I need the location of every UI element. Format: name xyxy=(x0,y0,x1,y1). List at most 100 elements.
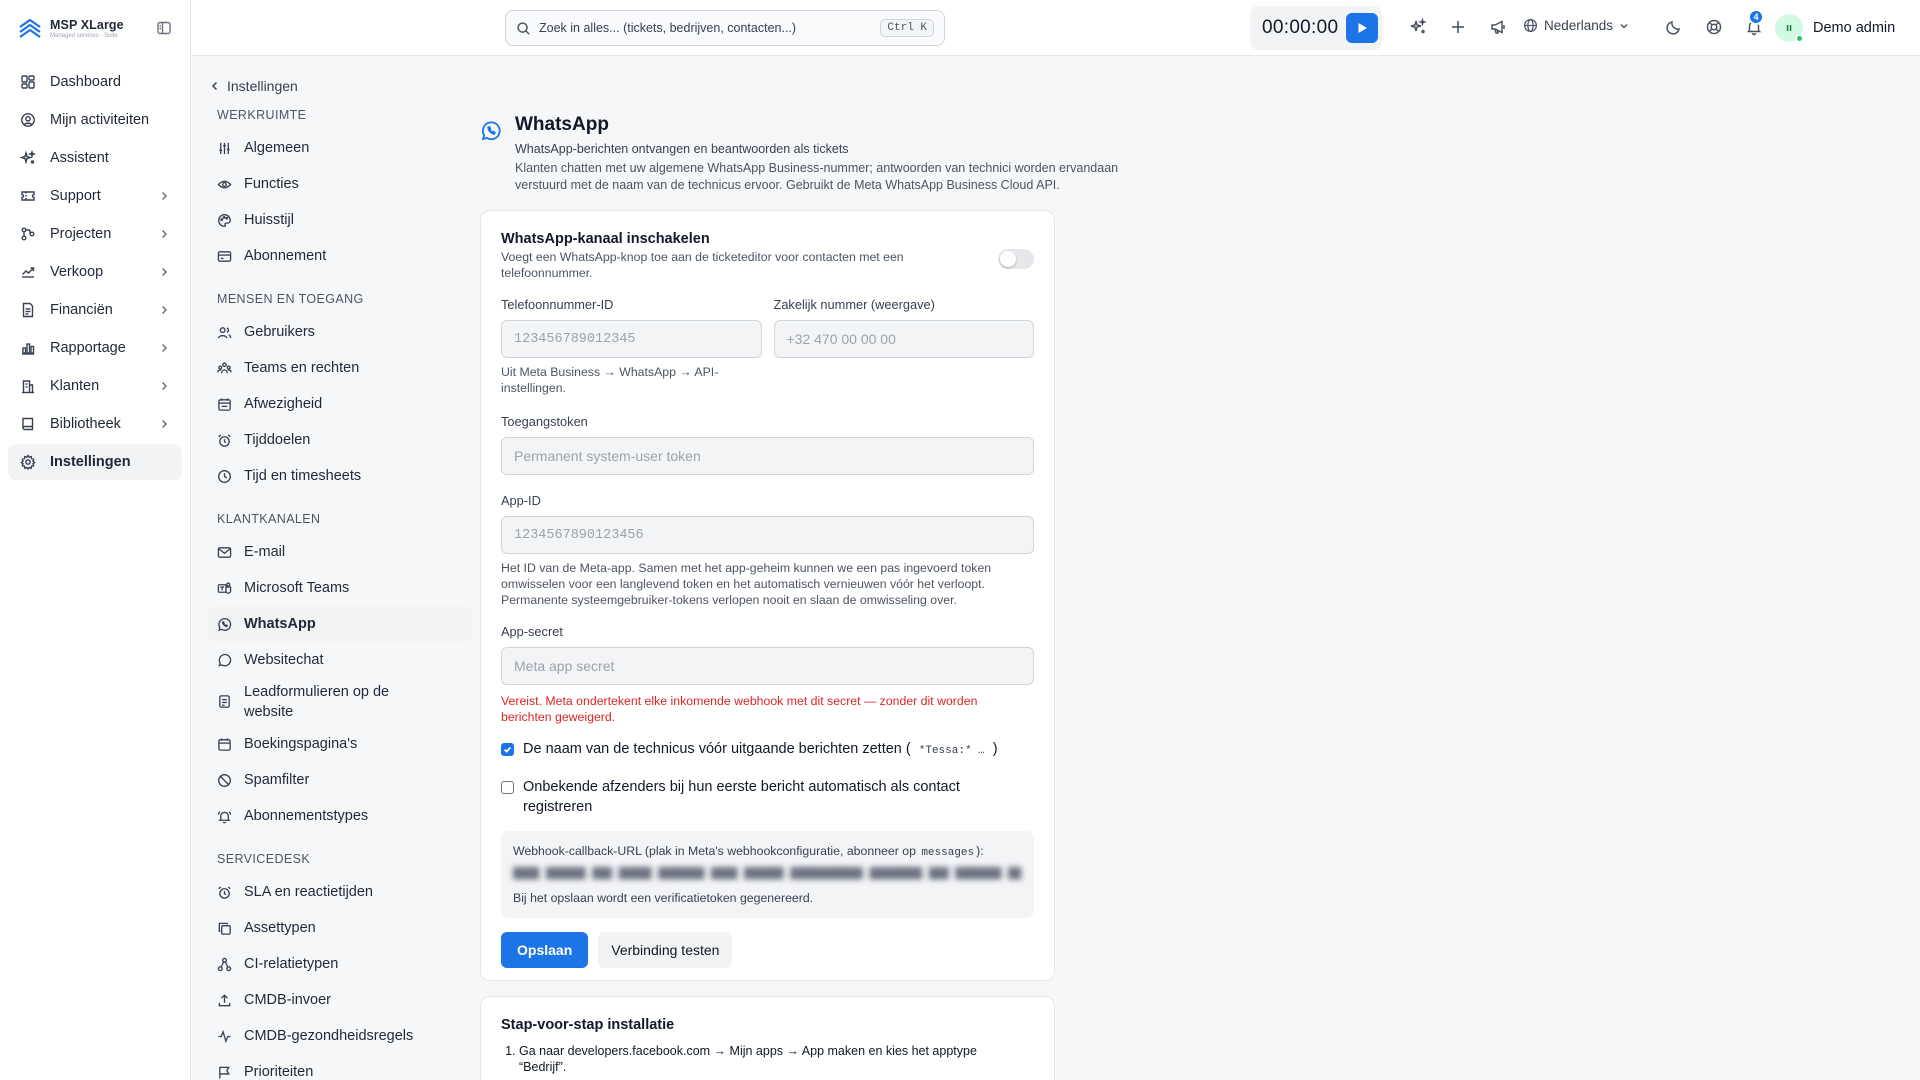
chevron-right-icon xyxy=(161,191,168,201)
language-selector[interactable]: Nederlands xyxy=(1523,18,1629,33)
app-id-field: App-ID Het ID van de Meta-app. Samen met… xyxy=(501,493,1034,608)
chart-icon xyxy=(22,343,35,355)
nav-instellingen[interactable]: Instellingen xyxy=(8,444,182,480)
page-title: WhatsApp xyxy=(515,114,609,135)
settings-item-label: CMDB-gezondheidsregels xyxy=(244,1028,414,1044)
alarm-clock-icon xyxy=(218,433,231,447)
enable-whatsapp-toggle[interactable] xyxy=(998,249,1034,269)
save-button[interactable]: Opslaan xyxy=(501,932,589,968)
app-id-input[interactable] xyxy=(501,516,1034,554)
settings-item-huisstijl[interactable]: Huisstijl xyxy=(217,202,457,238)
notification-badge: 4 xyxy=(1748,9,1764,25)
nav-rapportage[interactable]: Rapportage xyxy=(8,330,182,366)
chat-bubble-icon xyxy=(218,653,232,667)
settings-item-gebruikers[interactable]: Gebruikers xyxy=(217,314,457,350)
nav-projecten[interactable]: Projecten xyxy=(8,216,182,252)
plus-icon[interactable] xyxy=(1449,18,1467,36)
settings-item-afwezigheid[interactable]: Afwezigheid xyxy=(217,386,457,422)
moon-icon[interactable] xyxy=(1665,18,1683,36)
users-icon xyxy=(217,326,232,338)
settings-item-cmdb-invoer[interactable]: CMDB-invoer xyxy=(217,982,457,1018)
calendar-icon xyxy=(218,737,231,751)
settings-item-email[interactable]: E-mail xyxy=(217,534,457,570)
settings-item-algemeen[interactable]: Algemeen xyxy=(217,130,457,166)
nav-dashboard[interactable]: Dashboard xyxy=(8,64,182,100)
user-menu[interactable]: ıı Demo admin xyxy=(1775,14,1895,43)
nav-label: Klanten xyxy=(50,378,100,394)
whatsapp-icon xyxy=(481,121,501,141)
search-input[interactable] xyxy=(539,21,881,35)
megaphone-icon[interactable] xyxy=(1489,18,1507,36)
nav-bibliotheek[interactable]: Bibliotheek xyxy=(8,406,182,442)
user-circle-icon xyxy=(21,113,35,127)
business-number-input[interactable] xyxy=(773,320,1034,358)
phone-id-help: Uit Meta Business → WhatsApp → API-inste… xyxy=(501,365,719,395)
settings-item-label: Tijddoelen xyxy=(244,432,311,448)
settings-item-microsoft-teams[interactable]: Microsoft Teams xyxy=(217,570,457,606)
nav-klanten[interactable]: Klanten xyxy=(8,368,182,404)
app-secret-input[interactable] xyxy=(501,647,1034,685)
globe-icon xyxy=(1523,18,1538,33)
autoregister-label: Onbekende afzenders bij hun eerste beric… xyxy=(523,779,960,815)
nav-mijn-activiteiten[interactable]: Mijn activiteiten xyxy=(8,102,182,138)
settings-item-abonnementstypes[interactable]: Abonnementstypes xyxy=(217,798,457,834)
phone-id-input[interactable] xyxy=(501,320,762,358)
nav-label: Bibliotheek xyxy=(50,416,121,432)
settings-item-label: Boekingspagina's xyxy=(244,736,358,752)
nav-label: Instellingen xyxy=(50,454,131,470)
nav-financien[interactable]: Financiën xyxy=(8,292,182,328)
settings-item-assettypen[interactable]: Assettypen xyxy=(217,910,457,946)
settings-item-label: WhatsApp xyxy=(244,616,316,632)
settings-item-whatsapp[interactable]: WhatsApp xyxy=(207,606,473,642)
sidebar-collapse-icon[interactable] xyxy=(156,20,172,36)
back-link-label: Instellingen xyxy=(227,78,298,94)
global-search[interactable]: Ctrl K xyxy=(505,10,945,46)
prefix-name-checkbox[interactable] xyxy=(501,743,514,756)
autoregister-option[interactable]: Onbekende afzenders bij hun eerste beric… xyxy=(501,777,1034,817)
settings-item-boekingspaginas[interactable]: Boekingspagina's xyxy=(217,726,457,762)
nav-assistent[interactable]: Assistent xyxy=(8,140,182,176)
nav-support[interactable]: Support xyxy=(8,178,182,214)
settings-item-functies[interactable]: Functies xyxy=(217,166,457,202)
ai-sparkles-icon[interactable] xyxy=(1409,18,1427,36)
chevron-right-icon xyxy=(161,305,168,315)
chevron-right-icon xyxy=(161,267,168,277)
settings-item-leadformulieren[interactable]: Leadformulieren op de website xyxy=(217,678,457,726)
settings-item-label: Abonnement xyxy=(244,248,327,264)
timer-start-button[interactable] xyxy=(1346,13,1379,43)
settings-item-abonnement[interactable]: Abonnement xyxy=(217,238,457,274)
section-title-servicedesk: SERVICEDESK xyxy=(217,852,311,866)
settings-item-websitechat[interactable]: Websitechat xyxy=(217,642,457,678)
settings-item-prioriteiten[interactable]: Prioriteiten xyxy=(217,1054,457,1080)
settings-item-tijddoelen[interactable]: Tijddoelen xyxy=(217,422,457,458)
avatar: ıı xyxy=(1775,14,1804,43)
webhook-label: Webhook-callback-URL (plak in Meta's web… xyxy=(513,843,1022,861)
token-label: Toegangstoken xyxy=(501,414,588,429)
nav-label: Assistent xyxy=(50,150,109,166)
settings-item-spamfilter[interactable]: Spamfilter xyxy=(217,762,457,798)
test-connection-button[interactable]: Verbinding testen xyxy=(598,932,733,968)
back-to-settings-link[interactable]: Instellingen xyxy=(209,78,457,94)
autoregister-checkbox[interactable] xyxy=(501,781,514,794)
settings-item-cmdb-gezondheidsregels[interactable]: CMDB-gezondheidsregels xyxy=(217,1018,457,1054)
nav-verkoop[interactable]: Verkoop xyxy=(8,254,182,290)
webhook-label-text: Webhook-callback-URL (plak in Meta's web… xyxy=(513,844,916,858)
chevron-left-icon xyxy=(211,81,218,91)
trend-icon xyxy=(22,267,35,278)
settings-item-tijd-en-timesheets[interactable]: Tijd en timesheets xyxy=(217,458,457,494)
settings-item-label: Prioriteiten xyxy=(244,1064,314,1080)
page-subtitle: WhatsApp-berichten ontvangen en beantwoo… xyxy=(515,142,849,156)
settings-item-teams-en-rechten[interactable]: Teams en rechten xyxy=(217,350,457,386)
brand[interactable]: MSP XLarge Managed services · Suite xyxy=(0,0,190,56)
settings-item-sla[interactable]: SLA en reactietijden xyxy=(217,874,457,910)
help-lifebuoy-icon[interactable] xyxy=(1705,18,1723,36)
receipt-icon xyxy=(22,302,34,318)
webhook-info: Webhook-callback-URL (plak in Meta's web… xyxy=(501,831,1034,918)
access-token-input[interactable] xyxy=(501,437,1034,475)
prefix-example: *Tessa:* … xyxy=(918,745,985,757)
nav-label: Verkoop xyxy=(50,264,104,280)
prefix-name-option[interactable]: De naam van de technicus vóór uitgaande … xyxy=(501,739,1034,761)
steps-title: Stap-voor-stap installatie xyxy=(501,1017,675,1033)
network-icon xyxy=(217,957,232,971)
settings-item-ci-relatietypen[interactable]: CI-relatietypen xyxy=(217,946,457,982)
